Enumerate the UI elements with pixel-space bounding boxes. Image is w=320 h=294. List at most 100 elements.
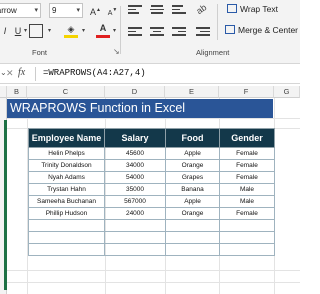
- font-color-icon: A: [99, 23, 107, 33]
- font-color-button[interactable]: A: [96, 22, 110, 38]
- ribbon: Narrow ▾ 9 ▾ A▲ A▼ I U ▾ ▾ ◈ ▾ A ▾ Font …: [0, 0, 300, 64]
- cell-employee-name[interactable]: Phillip Hudson: [28, 207, 105, 220]
- cell-employee-name[interactable]: [28, 219, 105, 232]
- close-icon[interactable]: ✕: [6, 68, 14, 79]
- cell-employee-name[interactable]: Trystan Hahn: [28, 183, 105, 196]
- cell-gender[interactable]: [219, 231, 275, 244]
- cell-employee-name[interactable]: Helin Phelps: [28, 147, 105, 160]
- cell-employee-name[interactable]: [28, 243, 105, 256]
- cell-food[interactable]: [165, 231, 220, 244]
- header-gender[interactable]: Gender: [219, 128, 275, 148]
- formula-bar: ⌄ ✕ fx =WRAPROWS(A4:A27,4): [0, 64, 300, 84]
- column-header-g[interactable]: G: [274, 86, 300, 98]
- cell-food[interactable]: Banana: [165, 183, 220, 196]
- cell-food[interactable]: Orange: [165, 159, 220, 172]
- cell-employee-name[interactable]: Sameeha Buchanan: [28, 195, 105, 208]
- employee-table: Employee Name Salary Food Gender Helin P…: [28, 128, 275, 256]
- cell-gender[interactable]: Male: [219, 195, 275, 208]
- cell-food[interactable]: [165, 219, 220, 232]
- cell-gender[interactable]: Female: [219, 207, 275, 220]
- sheet-title[interactable]: WRAPROWS Function in Excel: [7, 99, 273, 118]
- formula-bar-divider: [35, 67, 36, 81]
- cell-food[interactable]: Orange: [165, 207, 220, 220]
- cell-gender[interactable]: [219, 243, 275, 256]
- table-row: [28, 219, 275, 232]
- cell-salary[interactable]: [104, 231, 166, 244]
- align-center-icon[interactable]: [150, 25, 164, 37]
- font-size-value: 9: [52, 6, 57, 15]
- chevron-down-icon[interactable]: ▾: [48, 27, 51, 34]
- chevron-down-icon[interactable]: ▾: [24, 27, 27, 34]
- ribbon-divider: [120, 6, 121, 54]
- table-row: Phillip Hudson 24000 Orange Female: [28, 207, 275, 220]
- gridline: [7, 270, 300, 271]
- middle-align-icon[interactable]: [150, 3, 164, 15]
- column-header-f[interactable]: F: [219, 86, 274, 98]
- cell-salary[interactable]: 54000: [104, 171, 166, 184]
- cell-food[interactable]: Apple: [165, 195, 220, 208]
- orientation-icon[interactable]: ab: [194, 2, 210, 16]
- column-header-e[interactable]: E: [165, 86, 219, 98]
- table-row: [28, 231, 275, 244]
- merge-center-button[interactable]: Merge & Center: [225, 25, 298, 35]
- cell-gender[interactable]: Female: [219, 171, 275, 184]
- cell-gender[interactable]: Female: [219, 147, 275, 160]
- top-align-icon[interactable]: [128, 3, 142, 15]
- cell-food[interactable]: [165, 243, 220, 256]
- merge-center-icon: [225, 25, 235, 34]
- column-header-d[interactable]: D: [105, 86, 165, 98]
- cell-employee-name[interactable]: Nyah Adams: [28, 171, 105, 184]
- paint-bucket-icon: ◈: [67, 24, 75, 34]
- header-salary[interactable]: Salary: [104, 128, 166, 148]
- dialog-launcher-icon[interactable]: ↘: [113, 47, 120, 56]
- font-name-dropdown[interactable]: Narrow ▾: [0, 3, 41, 18]
- cell-gender[interactable]: Male: [219, 183, 275, 196]
- cell-salary[interactable]: 45600: [104, 147, 166, 160]
- borders-icon[interactable]: [29, 24, 43, 38]
- header-employee-name[interactable]: Employee Name: [28, 128, 105, 148]
- column-header-c[interactable]: C: [27, 86, 105, 98]
- table-row: Trystan Hahn 35000 Banana Male: [28, 183, 275, 196]
- cell-employee-name[interactable]: [28, 231, 105, 244]
- formula-input[interactable]: =WRAPROWS(A4:A27,4): [43, 68, 146, 78]
- fill-color-button[interactable]: ◈: [64, 23, 78, 38]
- insert-function-button[interactable]: fx: [18, 67, 25, 78]
- fill-color-swatch: [64, 35, 78, 38]
- header-food[interactable]: Food: [165, 128, 220, 148]
- table-row: Nyah Adams 54000 Grapes Female: [28, 171, 275, 184]
- alignment-group-label: Alignment: [196, 48, 230, 57]
- increase-font-size-button[interactable]: A▲: [89, 4, 102, 18]
- cell-salary[interactable]: 567000: [104, 195, 166, 208]
- table-row: Helin Phelps 45600 Apple Female: [28, 147, 275, 160]
- cell-salary[interactable]: 34000: [104, 159, 166, 172]
- cell-food[interactable]: Apple: [165, 147, 220, 160]
- gridline: [7, 282, 300, 283]
- cell-gender[interactable]: Female: [219, 159, 275, 172]
- chevron-down-icon[interactable]: ▾: [82, 27, 85, 34]
- chevron-down-icon[interactable]: ▾: [113, 27, 116, 34]
- chevron-down-icon: ▾: [34, 7, 38, 14]
- gridline: [7, 118, 300, 119]
- cell-food[interactable]: Grapes: [165, 171, 220, 184]
- align-left-icon[interactable]: [128, 25, 142, 37]
- font-name-value: Narrow: [0, 6, 17, 15]
- cell-salary[interactable]: 24000: [104, 207, 166, 220]
- table-row: [28, 243, 275, 256]
- select-all-corner[interactable]: [0, 86, 7, 98]
- cell-employee-name[interactable]: Trinity Donaldson: [28, 159, 105, 172]
- italic-button[interactable]: I: [0, 25, 10, 37]
- underline-button[interactable]: U: [12, 25, 24, 37]
- decrease-font-size-button[interactable]: A▼: [106, 4, 119, 20]
- font-size-dropdown[interactable]: 9 ▾: [49, 3, 83, 18]
- cell-salary[interactable]: [104, 243, 166, 256]
- indent-icon[interactable]: [196, 25, 210, 37]
- bottom-align-icon[interactable]: [172, 3, 186, 15]
- cell-salary[interactable]: [104, 219, 166, 232]
- column-header-b[interactable]: B: [7, 86, 27, 98]
- ribbon-divider: [217, 4, 218, 40]
- cell-gender[interactable]: [219, 219, 275, 232]
- align-right-icon[interactable]: [172, 25, 186, 37]
- font-group-label: Font: [32, 48, 48, 57]
- cell-salary[interactable]: 35000: [104, 183, 166, 196]
- wrap-text-button[interactable]: Wrap Text: [227, 4, 278, 14]
